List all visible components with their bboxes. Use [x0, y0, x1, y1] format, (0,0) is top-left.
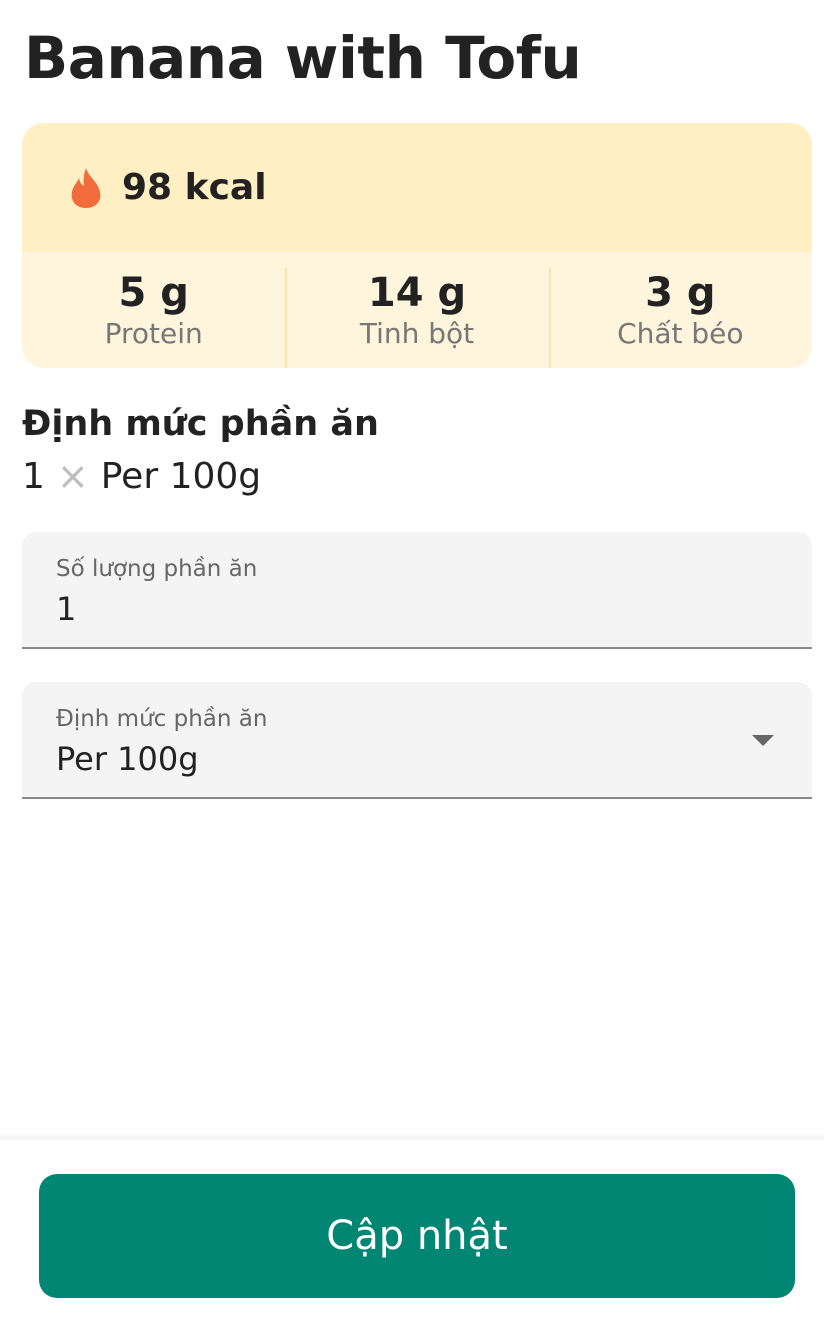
- macro-carbs: 14 g Tinh bột: [285, 252, 548, 368]
- serving-unit-value[interactable]: Per 100g: [56, 740, 199, 778]
- macro-label: Protein: [104, 316, 203, 350]
- macro-label: Tinh bột: [359, 316, 475, 350]
- macro-value: 5 g: [118, 269, 189, 316]
- macro-protein: 5 g Protein: [22, 252, 285, 368]
- quantity-input[interactable]: 1: [56, 590, 76, 628]
- food-title: Banana with Tofu: [24, 24, 582, 92]
- macros-row: 5 g Protein 14 g Tinh bột 3 g Chất béo: [22, 252, 812, 368]
- macro-value: 14 g: [367, 269, 467, 316]
- macro-label: Chất béo: [617, 316, 744, 350]
- macro-value: 3 g: [645, 269, 716, 316]
- nutrition-card: 98 kcal 5 g Protein 14 g Tinh bột 3 g Ch…: [22, 123, 812, 368]
- calories-row: 98 kcal: [22, 123, 812, 252]
- times-icon: ×: [56, 454, 89, 498]
- calories-value: 98 kcal: [122, 167, 267, 208]
- flame-icon: [71, 167, 101, 208]
- serving-quantity: 1: [22, 455, 45, 497]
- quantity-field-label: Số lượng phần ăn: [56, 556, 258, 582]
- update-button[interactable]: Cập nhật: [39, 1174, 795, 1298]
- dropdown-arrow-icon[interactable]: [752, 735, 774, 746]
- serving-unit-select[interactable]: Định mức phần ăn Per 100g: [22, 682, 812, 799]
- food-detail-screen: Banana with Tofu 98 kcal 5 g Protein 14 …: [0, 0, 824, 1318]
- serving-heading: Định mức phần ăn: [22, 404, 379, 444]
- serving-summary: 1 × Per 100g: [22, 454, 261, 498]
- quantity-field[interactable]: Số lượng phần ăn 1: [22, 532, 812, 649]
- macro-fat: 3 g Chất béo: [548, 252, 812, 368]
- serving-unit-label: Định mức phần ăn: [56, 706, 268, 732]
- serving-unit: Per 100g: [100, 455, 262, 497]
